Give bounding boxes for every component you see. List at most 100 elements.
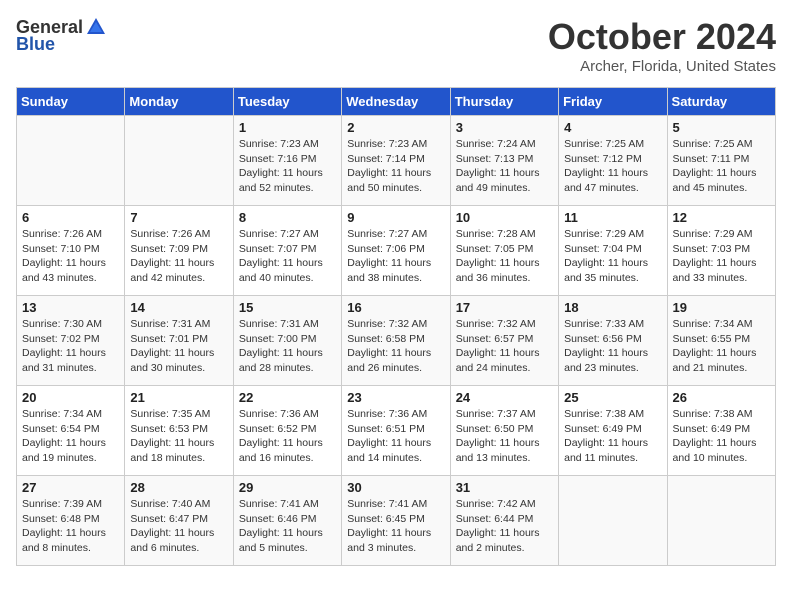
day-number: 29 <box>239 480 336 495</box>
day-info: Sunrise: 7:29 AM Sunset: 7:03 PM Dayligh… <box>673 227 770 286</box>
day-info: Sunrise: 7:32 AM Sunset: 6:57 PM Dayligh… <box>456 317 553 376</box>
day-info: Sunrise: 7:34 AM Sunset: 6:55 PM Dayligh… <box>673 317 770 376</box>
day-number: 18 <box>564 300 661 315</box>
day-number: 7 <box>130 210 227 225</box>
day-number: 10 <box>456 210 553 225</box>
day-number: 20 <box>22 390 119 405</box>
day-number: 31 <box>456 480 553 495</box>
day-header: Wednesday <box>342 88 450 116</box>
day-info: Sunrise: 7:30 AM Sunset: 7:02 PM Dayligh… <box>22 317 119 376</box>
day-number: 6 <box>22 210 119 225</box>
day-number: 17 <box>456 300 553 315</box>
day-number: 12 <box>673 210 770 225</box>
day-info: Sunrise: 7:41 AM Sunset: 6:45 PM Dayligh… <box>347 497 444 556</box>
day-number: 21 <box>130 390 227 405</box>
calendar-cell: 3Sunrise: 7:24 AM Sunset: 7:13 PM Daylig… <box>450 116 558 206</box>
day-info: Sunrise: 7:26 AM Sunset: 7:10 PM Dayligh… <box>22 227 119 286</box>
day-number: 2 <box>347 120 444 135</box>
calendar-cell: 16 Sunrise: 7:32 AM Sunset: 6:58 PM Dayli… <box>342 296 450 386</box>
day-number: 26 <box>673 390 770 405</box>
day-info: Sunrise: 7:27 AM Sunset: 7:06 PM Dayligh… <box>347 227 444 286</box>
calendar-cell: 6 Sunrise: 7:26 AM Sunset: 7:10 PM Daylig… <box>17 206 125 296</box>
day-info: Sunrise: 7:39 AM Sunset: 6:48 PM Dayligh… <box>22 497 119 556</box>
day-number: 19 <box>673 300 770 315</box>
day-number: 1 <box>239 120 336 135</box>
day-number: 5 <box>673 120 770 135</box>
day-info: Sunrise: 7:29 AM Sunset: 7:04 PM Dayligh… <box>564 227 661 286</box>
day-info: Sunrise: 7:25 AM Sunset: 7:12 PM Dayligh… <box>564 137 661 196</box>
day-number: 28 <box>130 480 227 495</box>
day-info: Sunrise: 7:31 AM Sunset: 7:00 PM Dayligh… <box>239 317 336 376</box>
calendar-cell: 2 Sunrise: 7:23 AM Sunset: 7:14 PM Daylig… <box>342 116 450 206</box>
calendar-cell: 25 Sunrise: 7:38 AM Sunset: 6:49 PM Dayli… <box>559 386 667 476</box>
calendar-cell: 28 Sunrise: 7:40 AM Sunset: 6:47 PM Dayli… <box>125 476 233 566</box>
calendar-cell: 13 Sunrise: 7:30 AM Sunset: 7:02 PM Dayli… <box>17 296 125 386</box>
calendar-cell: 22 Sunrise: 7:36 AM Sunset: 6:52 PM Dayli… <box>233 386 341 476</box>
day-number: 27 <box>22 480 119 495</box>
calendar-cell: 5 Sunrise: 7:25 AM Sunset: 7:11 PM Daylig… <box>667 116 775 206</box>
day-info: Sunrise: 7:42 AM Sunset: 6:44 PM Dayligh… <box>456 497 553 556</box>
title-area: October 2024 Archer, Florida, United Sta… <box>548 16 776 75</box>
calendar-cell: 10 Sunrise: 7:28 AM Sunset: 7:05 PM Dayli… <box>450 206 558 296</box>
calendar-cell <box>125 116 233 206</box>
day-header: Tuesday <box>233 88 341 116</box>
calendar-cell: 7 Sunrise: 7:26 AM Sunset: 7:09 PM Daylig… <box>125 206 233 296</box>
day-info: Sunrise: 7:41 AM Sunset: 6:46 PM Dayligh… <box>239 497 336 556</box>
day-info: Sunrise: 7:38 AM Sunset: 6:49 PM Dayligh… <box>564 407 661 466</box>
day-number: 8 <box>239 210 336 225</box>
day-info: Sunrise: 7:28 AM Sunset: 7:05 PM Dayligh… <box>456 227 553 286</box>
logo: General Blue <box>16 16 107 55</box>
day-info: Sunrise: 7:37 AM Sunset: 6:50 PM Dayligh… <box>456 407 553 466</box>
day-number: 13 <box>22 300 119 315</box>
day-info: Sunrise: 7:33 AM Sunset: 6:56 PM Dayligh… <box>564 317 661 376</box>
day-number: 9 <box>347 210 444 225</box>
day-info: Sunrise: 7:25 AM Sunset: 7:11 PM Dayligh… <box>673 137 770 196</box>
day-info: Sunrise: 7:40 AM Sunset: 6:47 PM Dayligh… <box>130 497 227 556</box>
calendar-cell: 18 Sunrise: 7:33 AM Sunset: 6:56 PM Dayli… <box>559 296 667 386</box>
header-row: SundayMondayTuesdayWednesdayThursdayFrid… <box>17 88 776 116</box>
calendar-cell: 17 Sunrise: 7:32 AM Sunset: 6:57 PM Dayli… <box>450 296 558 386</box>
calendar-week-row: 6 Sunrise: 7:26 AM Sunset: 7:10 PM Daylig… <box>17 206 776 296</box>
calendar-cell: 12 Sunrise: 7:29 AM Sunset: 7:03 PM Dayli… <box>667 206 775 296</box>
day-info: Sunrise: 7:31 AM Sunset: 7:01 PM Dayligh… <box>130 317 227 376</box>
calendar-cell: 19 Sunrise: 7:34 AM Sunset: 6:55 PM Dayli… <box>667 296 775 386</box>
logo-blue-text: Blue <box>16 34 55 55</box>
calendar-cell: 1 Sunrise: 7:23 AM Sunset: 7:16 PM Daylig… <box>233 116 341 206</box>
day-info: Sunrise: 7:38 AM Sunset: 6:49 PM Dayligh… <box>673 407 770 466</box>
day-number: 25 <box>564 390 661 405</box>
calendar-cell <box>559 476 667 566</box>
calendar-cell: 21Sunrise: 7:35 AM Sunset: 6:53 PM Dayli… <box>125 386 233 476</box>
day-number: 30 <box>347 480 444 495</box>
calendar-cell: 4 Sunrise: 7:25 AM Sunset: 7:12 PM Daylig… <box>559 116 667 206</box>
calendar-cell: 14Sunrise: 7:31 AM Sunset: 7:01 PM Dayli… <box>125 296 233 386</box>
calendar-cell: 29 Sunrise: 7:41 AM Sunset: 6:46 PM Dayli… <box>233 476 341 566</box>
day-number: 15 <box>239 300 336 315</box>
day-info: Sunrise: 7:23 AM Sunset: 7:16 PM Dayligh… <box>239 137 336 196</box>
day-info: Sunrise: 7:32 AM Sunset: 6:58 PM Dayligh… <box>347 317 444 376</box>
day-info: Sunrise: 7:26 AM Sunset: 7:09 PM Dayligh… <box>130 227 227 286</box>
day-header: Saturday <box>667 88 775 116</box>
month-title: October 2024 <box>548 16 776 58</box>
logo-icon <box>85 16 107 38</box>
calendar-week-row: 27 Sunrise: 7:39 AM Sunset: 6:48 PM Dayli… <box>17 476 776 566</box>
calendar-cell: 9 Sunrise: 7:27 AM Sunset: 7:06 PM Daylig… <box>342 206 450 296</box>
day-info: Sunrise: 7:23 AM Sunset: 7:14 PM Dayligh… <box>347 137 444 196</box>
day-info: Sunrise: 7:34 AM Sunset: 6:54 PM Dayligh… <box>22 407 119 466</box>
calendar-cell: 30 Sunrise: 7:41 AM Sunset: 6:45 PM Dayli… <box>342 476 450 566</box>
header: General Blue October 2024 Archer, Florid… <box>16 16 776 75</box>
day-info: Sunrise: 7:36 AM Sunset: 6:51 PM Dayligh… <box>347 407 444 466</box>
day-info: Sunrise: 7:27 AM Sunset: 7:07 PM Dayligh… <box>239 227 336 286</box>
day-number: 16 <box>347 300 444 315</box>
day-info: Sunrise: 7:24 AM Sunset: 7:13 PM Dayligh… <box>456 137 553 196</box>
calendar-cell <box>17 116 125 206</box>
day-number: 23 <box>347 390 444 405</box>
day-number: 11 <box>564 210 661 225</box>
calendar-cell <box>667 476 775 566</box>
calendar-cell: 23 Sunrise: 7:36 AM Sunset: 6:51 PM Dayli… <box>342 386 450 476</box>
day-number: 22 <box>239 390 336 405</box>
calendar-cell: 11 Sunrise: 7:29 AM Sunset: 7:04 PM Dayli… <box>559 206 667 296</box>
day-header: Monday <box>125 88 233 116</box>
day-info: Sunrise: 7:36 AM Sunset: 6:52 PM Dayligh… <box>239 407 336 466</box>
day-number: 4 <box>564 120 661 135</box>
calendar-week-row: 13 Sunrise: 7:30 AM Sunset: 7:02 PM Dayli… <box>17 296 776 386</box>
